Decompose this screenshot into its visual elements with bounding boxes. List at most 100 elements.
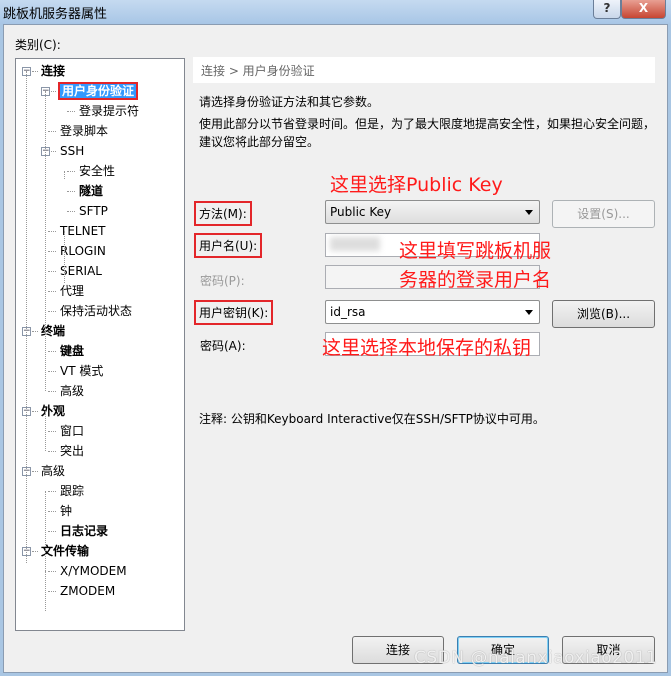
tree-connector <box>26 71 27 563</box>
browse-button[interactable]: 浏览(B)... <box>552 300 655 328</box>
tree-connector <box>48 531 56 532</box>
tree-item-label: 代理 <box>60 284 85 298</box>
tree-item[interactable]: 键盘 <box>60 342 84 360</box>
tree-item-label: 日志记录 <box>60 524 109 538</box>
tree-item[interactable]: VT 模式 <box>60 362 103 380</box>
tree-connector <box>48 571 56 572</box>
note-text-1: 使用此部分以节省登录时间。但是，为了最大限度地提高安全性，如果担心安全问题， <box>199 117 656 131</box>
tree-connector <box>48 451 56 452</box>
category-label: 类别(C): <box>15 38 61 52</box>
tree-item[interactable]: 突出 <box>60 442 84 460</box>
tree-item[interactable]: 隧道 <box>79 182 103 200</box>
close-button[interactable]: X <box>621 0 666 19</box>
tree-connector <box>67 171 75 172</box>
watermark: CSDN @nalanxiaoxiao2011 <box>414 648 658 668</box>
tree-item[interactable]: 高级 <box>41 462 65 480</box>
tree-item[interactable]: 登录提示符 <box>79 102 139 120</box>
tree-item[interactable]: 窗口 <box>60 422 84 440</box>
window-title: 跳板机服务器属性 <box>3 7 108 22</box>
password-label: 密码(P): <box>200 274 245 288</box>
tree-item-label: 高级 <box>60 384 85 398</box>
tree-connector <box>48 491 56 492</box>
tree-item[interactable]: 钟 <box>60 502 72 520</box>
tree-item-label: 隧道 <box>79 184 104 198</box>
tree-connector <box>45 411 46 451</box>
tree-item-label: 连接 <box>41 64 66 78</box>
tree-item[interactable]: SSH <box>60 142 84 160</box>
breadcrumb: 连接 > 用户身份验证 <box>193 57 655 83</box>
annotation-key: 这里选择本地保存的私钥 <box>322 337 532 359</box>
tree-item[interactable]: 代理 <box>60 282 84 300</box>
tree-connector <box>48 251 56 252</box>
tree-connector <box>32 71 38 72</box>
userkey-label: 用户密钥(K): <box>194 300 274 325</box>
tree-connector <box>48 511 56 512</box>
tree-item-label: 高级 <box>41 464 66 478</box>
passphrase-label: 密码(A): <box>200 339 246 353</box>
userkey-select[interactable]: id_rsa <box>325 300 540 324</box>
tree-item[interactable]: 日志记录 <box>60 522 108 540</box>
tree-item[interactable]: 文件传输 <box>41 542 89 560</box>
help-button[interactable]: ? <box>593 0 621 19</box>
tree-connector <box>32 411 38 412</box>
tree-connector <box>45 91 46 341</box>
tree-item[interactable]: SERIAL <box>60 262 102 280</box>
tree-connector <box>48 371 56 372</box>
username-label: 用户名(U): <box>194 233 263 258</box>
chevron-down-icon <box>525 310 533 315</box>
tree-connector <box>67 211 75 212</box>
tree-item[interactable]: 用户身份验证 <box>57 82 139 100</box>
tree-connector <box>45 571 46 611</box>
tree-item[interactable]: X/YMODEM <box>60 562 127 580</box>
annotation-method: 这里选择Public Key <box>330 174 503 196</box>
category-tree[interactable]: 连接 − 用户身份验证 − 登录提示符 登录脚本 SSH − 安全性 隧道 SFTP TELNET RL… <box>15 58 185 631</box>
blurred-username <box>330 237 380 251</box>
tree-item-label: SSH <box>60 144 85 158</box>
settings-button[interactable]: 设置(S)... <box>552 200 655 228</box>
tree-item-label: VT 模式 <box>60 364 104 378</box>
method-select[interactable]: Public Key <box>325 200 540 224</box>
tree-item-label: RLOGIN <box>60 244 106 258</box>
tree-item-label: TELNET <box>60 224 106 238</box>
title-bar: 跳板机服务器属性 ? X <box>0 0 671 24</box>
method-value: Public Key <box>330 205 392 219</box>
userkey-value: id_rsa <box>330 305 366 319</box>
tree-item[interactable]: TELNET <box>60 222 106 240</box>
tree-item[interactable]: 保持活动状态 <box>60 302 132 320</box>
tree-item-label: 钟 <box>60 504 73 518</box>
tree-item[interactable]: 高级 <box>60 382 84 400</box>
tree-item[interactable]: 跟踪 <box>60 482 84 500</box>
tree-item-label: 用户身份验证 <box>57 82 139 100</box>
tree-connector <box>48 271 56 272</box>
tree-item-label: 文件传输 <box>41 544 90 558</box>
annotation-username-1: 这里填写跳板机服 <box>399 240 552 262</box>
tree-item[interactable]: 连接 <box>41 62 65 80</box>
tree-connector <box>45 331 46 391</box>
tree-connector <box>48 591 56 592</box>
tree-connector <box>48 291 56 292</box>
tree-connector <box>48 391 56 392</box>
tree-item-label: SFTP <box>79 204 108 218</box>
annotation-username-2: 务器的登录用户名 <box>399 269 552 291</box>
tree-item[interactable]: 登录脚本 <box>60 122 108 140</box>
tree-item-label: ZMODEM <box>60 584 116 598</box>
tree-item[interactable]: 安全性 <box>79 162 115 180</box>
tree-connector <box>48 231 56 232</box>
tree-item-label: 窗口 <box>60 424 85 438</box>
tree-item-label: 跟踪 <box>60 484 85 498</box>
tree-connector <box>32 331 38 332</box>
tree-item-label: 安全性 <box>79 164 116 178</box>
method-label: 方法(M): <box>194 201 252 226</box>
tree-connector <box>32 551 38 552</box>
chevron-down-icon <box>525 210 533 215</box>
tree-connector <box>45 491 46 571</box>
footnote: 注释: 公钥和Keyboard Interactive仅在SSH/SFTP协议中… <box>199 412 545 426</box>
tree-item-label: SERIAL <box>60 264 102 278</box>
tree-connector <box>67 191 75 192</box>
tree-item[interactable]: ZMODEM <box>60 582 115 600</box>
tree-connector <box>48 431 56 432</box>
tree-connector <box>48 351 56 352</box>
tree-item[interactable]: SFTP <box>79 202 108 220</box>
tree-item[interactable]: RLOGIN <box>60 242 106 260</box>
tree-item-label: 登录脚本 <box>60 124 109 138</box>
